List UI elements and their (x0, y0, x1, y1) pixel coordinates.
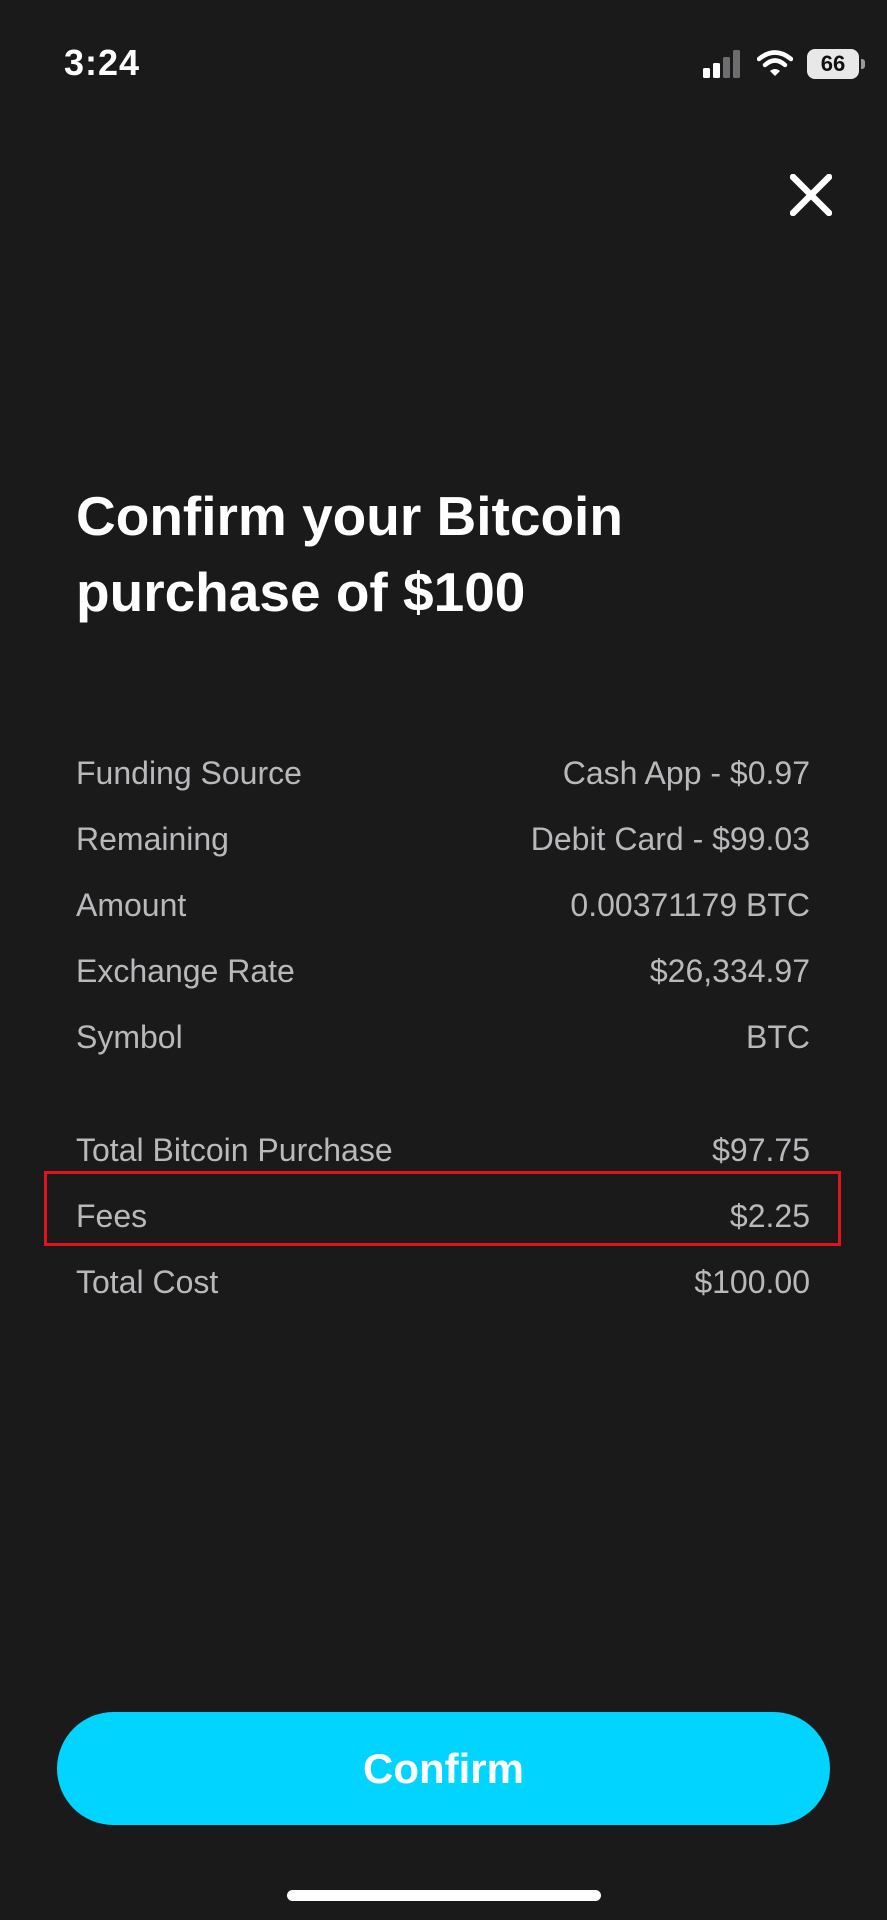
wifi-icon (757, 50, 793, 76)
status-bar: 3:24 66 (0, 0, 887, 130)
detail-row-funding-source: Funding Source Cash App - $0.97 (76, 740, 810, 806)
detail-label: Amount (76, 886, 187, 923)
detail-label: Exchange Rate (76, 952, 295, 989)
confirm-button[interactable]: Confirm (57, 1712, 830, 1825)
battery-level: 66 (820, 51, 846, 76)
detail-row-exchange-rate: Exchange Rate $26,334.97 (76, 938, 810, 1004)
total-value: $97.75 (712, 1131, 810, 1168)
detail-value: $26,334.97 (649, 952, 810, 989)
battery-icon: 66 (807, 49, 865, 79)
total-row-total-cost: Total Cost $100.00 (76, 1249, 810, 1315)
status-time: 3:24 (64, 42, 141, 83)
purchase-details: Funding Source Cash App - $0.97 Remainin… (76, 740, 810, 1315)
total-value: $100.00 (694, 1263, 810, 1300)
page-title: Confirm your Bitcoin purchase of $100 (76, 485, 623, 623)
total-label: Total Bitcoin Purchase (76, 1131, 393, 1168)
home-indicator[interactable] (287, 1890, 601, 1901)
close-icon[interactable] (790, 174, 832, 216)
total-label: Fees (76, 1197, 148, 1234)
detail-label: Symbol (76, 1018, 183, 1055)
detail-value: 0.00371179 BTC (570, 886, 810, 923)
close-button[interactable] (776, 160, 846, 230)
detail-row-amount: Amount 0.00371179 BTC (76, 872, 810, 938)
total-row-bitcoin-purchase: Total Bitcoin Purchase $97.75 (76, 1117, 810, 1183)
detail-value: BTC (746, 1018, 810, 1055)
status-icons: 66 (703, 46, 865, 82)
detail-label: Funding Source (76, 754, 302, 791)
total-row-fees: Fees $2.25 (76, 1183, 810, 1249)
detail-label: Remaining (76, 820, 229, 857)
detail-row-remaining: Remaining Debit Card - $99.03 (76, 806, 810, 872)
total-value: $2.25 (729, 1197, 810, 1234)
detail-value: Cash App - $0.97 (562, 754, 810, 791)
cellular-signal-icon (703, 50, 740, 78)
detail-row-symbol: Symbol BTC (76, 1004, 810, 1070)
total-label: Total Cost (76, 1263, 219, 1300)
detail-value: Debit Card - $99.03 (530, 820, 810, 857)
